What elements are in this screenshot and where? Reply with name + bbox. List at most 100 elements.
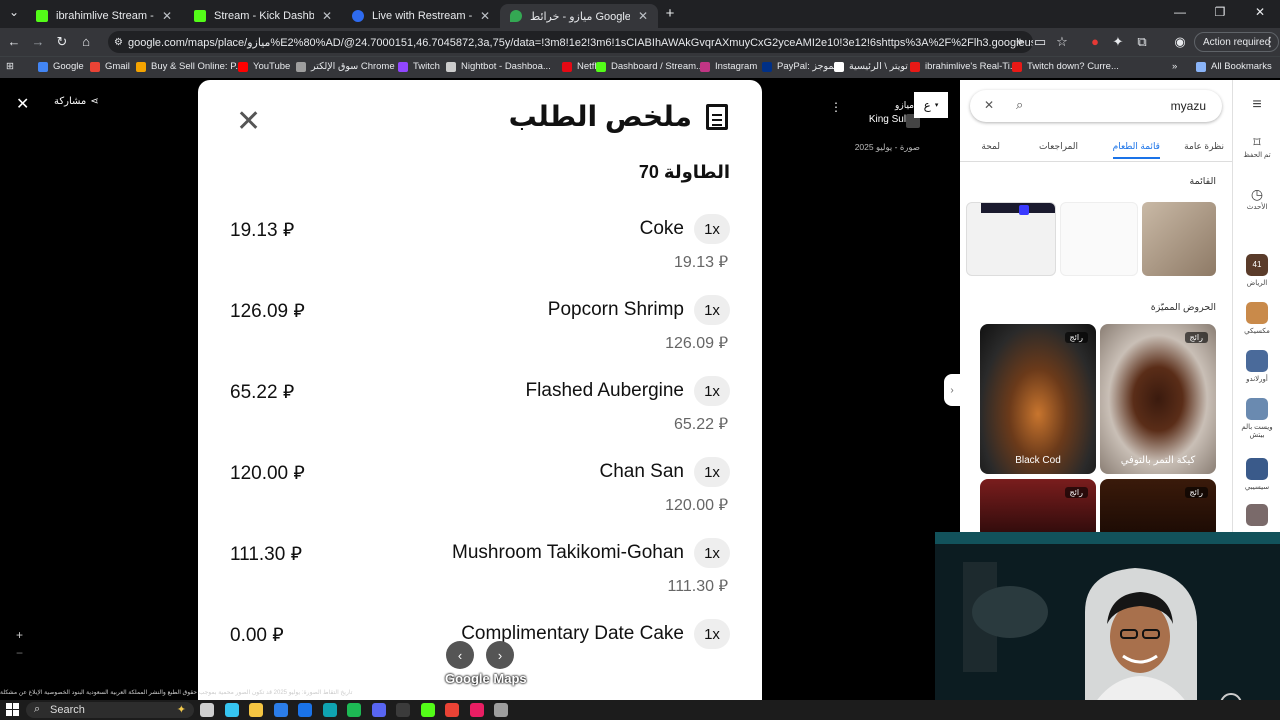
file-explorer-icon[interactable] (249, 703, 263, 717)
discord-icon[interactable] (371, 703, 386, 717)
obs-icon[interactable] (396, 703, 410, 717)
dish-caption: كيكة التمر بالتوفي (1120, 455, 1196, 466)
zoom-out-icon[interactable]: − (16, 646, 23, 660)
close-viewer-icon[interactable]: ✕ (16, 94, 29, 114)
collapse-panel-icon[interactable]: › (944, 374, 960, 406)
dish-card[interactable]: رائج كيكة التمر بالتوفي (1100, 324, 1216, 474)
bookmark-item[interactable]: Twitch down? Curre... (1012, 61, 1119, 72)
new-tab-button[interactable]: + (656, 5, 684, 22)
bookmark-item[interactable]: Google (38, 61, 84, 72)
edge-icon[interactable] (322, 703, 337, 717)
close-icon[interactable]: ✕ (236, 104, 261, 139)
close-window-icon[interactable]: ✕ (1240, 5, 1280, 19)
close-tab-icon[interactable]: ✕ (162, 9, 172, 23)
tab-about[interactable]: لمحة (981, 141, 1000, 152)
reload-icon[interactable]: ↻ (52, 34, 72, 50)
rail-west-palm[interactable]: ويست بالم بيتش (1233, 398, 1280, 439)
home-icon[interactable]: ⌂ (76, 34, 96, 49)
windows-start-icon[interactable] (6, 703, 19, 716)
bookmark-item[interactable]: Instagram (700, 61, 757, 72)
menu-dots-icon[interactable]: ⋮ (1260, 34, 1280, 50)
previous-photo-button[interactable]: ‹ (446, 641, 474, 669)
dish-card[interactable]: رائج (980, 479, 1096, 539)
search-icon[interactable]: ⌕ (1016, 97, 1023, 113)
close-tab-icon[interactable]: ✕ (480, 9, 490, 23)
bookmark-item[interactable]: Buy & Sell Online: P... (136, 61, 243, 72)
share-icon: ⋖ (90, 96, 99, 107)
store-icon[interactable] (273, 703, 288, 717)
rail-item[interactable] (1233, 504, 1280, 529)
more-options-icon[interactable]: ⋮ (830, 100, 842, 114)
tab-1[interactable]: ibrahimlive Stream - Watch Live ✕ (26, 4, 182, 28)
quantity-badge: 1x (694, 619, 730, 649)
bookmark-item[interactable]: سوق الإلكتر Chrome ... (296, 61, 405, 72)
kick-icon[interactable] (420, 703, 435, 717)
zoom-in-icon[interactable]: + (16, 628, 23, 642)
mail-icon[interactable] (298, 703, 312, 717)
bookmark-item[interactable]: Twitch (398, 61, 440, 72)
taskbar-search[interactable]: ⌕ Search ✦ (26, 702, 194, 718)
extension-icon[interactable]: ✦ (1108, 34, 1128, 50)
rail-saved[interactable]: ⌑ تم الحفظ (1233, 134, 1280, 159)
maximize-icon[interactable]: ❐ (1200, 5, 1240, 19)
all-bookmarks-label: All Bookmarks (1211, 61, 1272, 72)
menu-photo[interactable] (1142, 202, 1216, 276)
rail-recent[interactable]: ◷ الأحدث (1233, 186, 1280, 211)
hamburger-menu-icon[interactable]: ≡ (1233, 96, 1280, 114)
bookmark-item[interactable]: Nightbot - Dashboa... (446, 61, 551, 72)
minimize-icon[interactable]: — (1160, 5, 1200, 19)
close-tab-icon[interactable]: ✕ (638, 9, 648, 23)
apps-icon[interactable]: ⊞ (6, 61, 14, 72)
rail-riyadh[interactable]: 41 الرياض (1233, 254, 1280, 287)
bookmark-favicon-icon (1012, 61, 1022, 72)
bookmark-item[interactable]: Gmail (90, 61, 130, 72)
spotify-icon[interactable] (347, 703, 361, 717)
install-icon[interactable]: ▭ (1030, 34, 1050, 50)
back-icon[interactable]: ← (4, 34, 24, 49)
bookmark-item[interactable]: تويتر \ الرئيسية (834, 61, 908, 72)
clear-search-icon[interactable]: ✕ (984, 98, 994, 112)
site-info-icon[interactable]: ⚙ (114, 37, 123, 48)
search-box[interactable]: ✕ ⌕ myazu (970, 90, 1222, 122)
extensions-puzzle-icon[interactable]: ⧉ (1132, 34, 1152, 50)
trending-badge: رائج (1064, 487, 1088, 498)
tab-3[interactable]: Live with Restream - Restream ✕ (342, 4, 500, 28)
rail-orlando[interactable]: أورلاندو (1233, 350, 1280, 383)
tab-reviews[interactable]: المراجعات (1039, 141, 1078, 152)
maps-pin-icon[interactable] (469, 703, 484, 717)
bookmark-favicon-icon (38, 61, 48, 72)
rail-mexican[interactable]: مكسيكي (1233, 302, 1280, 335)
bookmark-item[interactable]: PayPal: الموجز (762, 61, 839, 72)
bookmark-star-icon[interactable]: ☆ (1052, 34, 1072, 50)
all-bookmarks[interactable]: All Bookmarks (1196, 61, 1272, 72)
chrome-icon[interactable] (445, 703, 459, 717)
menu-photo[interactable] (966, 202, 1056, 276)
task-view-icon[interactable] (200, 703, 214, 717)
location-icon[interactable]: ⌖ (1010, 34, 1030, 50)
search-input[interactable]: myazu (1171, 99, 1206, 113)
rail-mississippi[interactable]: سيسيبي (1233, 458, 1280, 491)
close-tab-icon[interactable]: ✕ (322, 9, 332, 23)
dish-card[interactable]: رائج (1100, 479, 1216, 539)
profile-avatar[interactable]: ◉ (1170, 34, 1190, 50)
settings-icon[interactable] (494, 703, 508, 717)
tab-menu[interactable]: قائمة الطعام (1112, 141, 1160, 159)
copilot-icon[interactable] (224, 703, 239, 717)
language-toggle[interactable]: ع ▾ (914, 92, 948, 118)
tab-4-active[interactable]: ميازو - خرائط Google ✕ (500, 4, 658, 28)
bookmark-item[interactable]: YouTube (238, 61, 290, 72)
extension-icon[interactable]: ● (1085, 34, 1105, 49)
forward-icon[interactable]: → (28, 34, 48, 49)
bookmark-label: سوق الإلكتر Chrome ... (311, 61, 406, 72)
bookmark-item[interactable]: ibrahimlive's Real-Ti... (910, 61, 1018, 72)
dish-card[interactable]: رائج Black Cod (980, 324, 1096, 474)
tab-overview[interactable]: نظرة عامة (1184, 141, 1224, 152)
tab-search-icon[interactable]: ⌄ (2, 5, 26, 19)
bookmark-item[interactable]: Dashboard / Stream... (596, 61, 704, 72)
address-bar[interactable]: ⚙ google.com/maps/place/ميازو%E2%80%AD/@… (108, 31, 1033, 53)
next-photo-button[interactable]: › (486, 641, 514, 669)
share-button[interactable]: مشاركة ⋖ (54, 96, 99, 107)
bookmarks-overflow-icon[interactable]: » (1172, 61, 1177, 72)
tab-2[interactable]: Stream - Kick Dashboard ✕ (184, 4, 342, 28)
menu-photo[interactable] (1060, 202, 1138, 276)
